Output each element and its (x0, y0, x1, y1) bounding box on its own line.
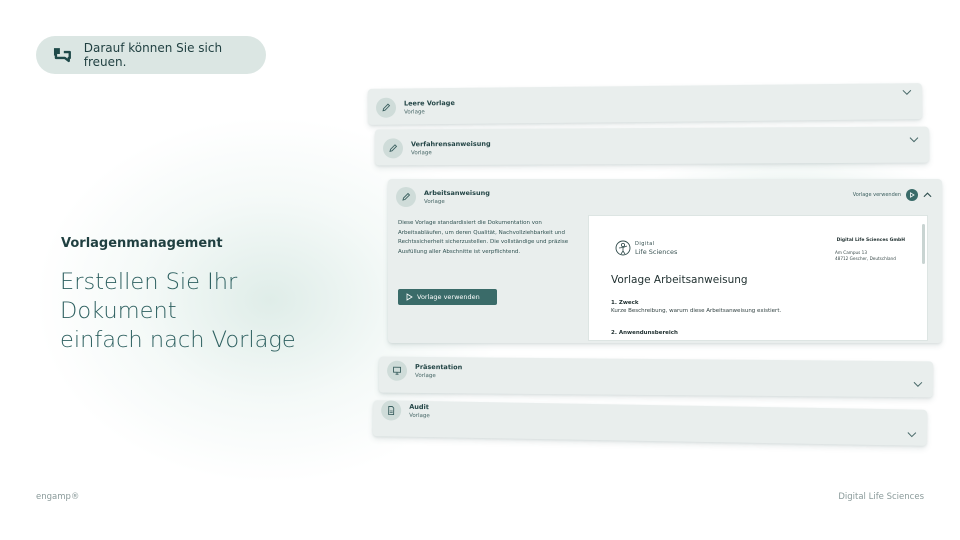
card-header: Arbeitsanweisung Vorlage (396, 187, 490, 207)
template-description: Diese Vorlage standardisiert die Dokumen… (398, 220, 569, 255)
use-template-button[interactable]: Vorlage verwenden (398, 289, 497, 305)
section-1-text: Kurze Beschreibung, warum diese Arbeitsa… (611, 308, 782, 314)
card-header: Präsentation Vorlage (386, 360, 463, 382)
play-icon[interactable] (906, 189, 918, 201)
card-title: Leere Vorlage (403, 98, 455, 108)
chevron-down-icon[interactable] (913, 381, 923, 387)
tagline-pill: Darauf können Sie sich freuen. (36, 36, 266, 74)
template-card-arbeitsanweisung[interactable]: Arbeitsanweisung Vorlage Vorlage verwend… (388, 179, 942, 343)
document-preview[interactable]: Digital Life Sciences Digital Life Scien… (588, 215, 928, 341)
play-outline-icon (406, 293, 413, 301)
card-header: Verfahrensanweisung Vorlage (382, 138, 491, 159)
card-subtitle: Vorlage (424, 198, 445, 205)
logo-text-bottom: Life Sciences (635, 247, 678, 256)
pencil-icon (396, 187, 416, 207)
template-card-audit[interactable]: Audit Vorlage (372, 400, 928, 446)
section-label: Vorlagenmanagement (61, 236, 223, 251)
card-header: Leere Vorlage Vorlage (375, 97, 455, 118)
section-1-heading: 1. Zweck (611, 300, 639, 306)
section-2-heading: 2. Anwendunsbereich (611, 330, 678, 336)
logo-text-top: Digital (635, 240, 655, 247)
logo-figure-icon (615, 240, 631, 256)
card-title: Arbeitsanweisung (424, 188, 490, 197)
card-title: Verfahrensanweisung (410, 139, 491, 148)
chevron-down-icon[interactable] (907, 431, 917, 438)
preview-scrollbar[interactable] (922, 224, 925, 264)
document-title: Vorlage Arbeitsanweisung (611, 274, 748, 286)
company-name: Digital Life Sciences GmbH (836, 238, 905, 243)
card-subtitle: Vorlage (411, 149, 432, 156)
footer-company: Digital Life Sciences (838, 492, 924, 502)
pencil-icon (375, 97, 397, 118)
header-use-template-label[interactable]: Vorlage verwenden (853, 192, 901, 198)
chevron-up-icon[interactable] (923, 192, 932, 198)
card-title: Präsentation (415, 362, 463, 371)
card-title: Audit (409, 402, 429, 411)
card-subtitle: Vorlage (404, 108, 425, 116)
company-address-2: 48712 Gescher, Deutschland (835, 256, 896, 261)
template-card-praesentation[interactable]: Präsentation Vorlage (378, 356, 934, 398)
use-template-label: Vorlage verwenden (417, 293, 480, 301)
header-use-template[interactable]: Vorlage verwenden (853, 189, 932, 201)
template-card-leere-vorlage[interactable]: Leere Vorlage Vorlage (367, 83, 923, 125)
pencil-icon (382, 138, 404, 159)
card-subtitle: Vorlage (409, 412, 430, 419)
chat-bubbles-icon (53, 48, 71, 63)
tagline-text: Darauf können Sie sich freuen. (83, 41, 223, 69)
template-card-verfahrensanweisung[interactable]: Verfahrensanweisung Vorlage (374, 126, 930, 166)
hero-headline: Erstellen Sie Ihr Dokument einfach nach … (60, 268, 360, 355)
document-icon (381, 400, 402, 421)
company-address-1: Am Campus 13 (835, 250, 867, 255)
card-subtitle: Vorlage (414, 372, 436, 379)
footer-brand: engamp® (36, 492, 80, 502)
hero-line-2: einfach nach Vorlage (60, 327, 296, 353)
hero-line-1: Erstellen Sie Ihr Dokument (60, 269, 238, 324)
chevron-down-icon[interactable] (909, 137, 919, 143)
company-logo: Digital Life Sciences (615, 240, 677, 256)
presentation-icon (386, 360, 408, 381)
card-header: Audit Vorlage (381, 400, 430, 421)
chevron-down-icon[interactable] (902, 89, 912, 95)
